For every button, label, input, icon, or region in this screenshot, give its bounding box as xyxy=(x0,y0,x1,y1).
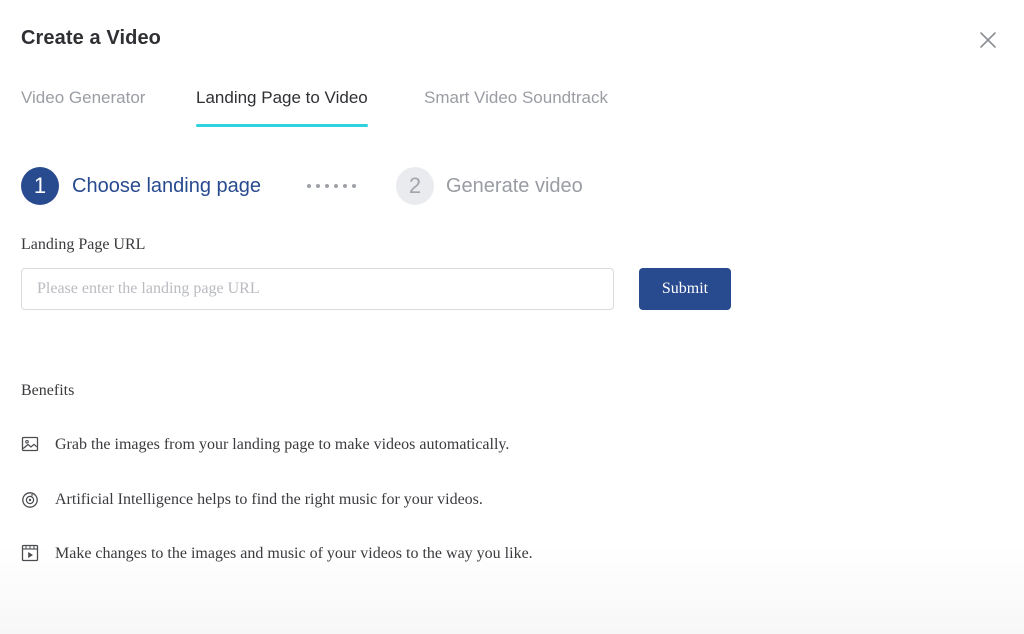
url-field-label: Landing Page URL xyxy=(21,236,146,253)
close-button[interactable] xyxy=(974,26,1002,54)
submit-button[interactable]: Submit xyxy=(639,268,731,310)
benefit-text: Make changes to the images and music of … xyxy=(55,545,533,562)
tab-label: Smart Video Soundtrack xyxy=(424,88,608,107)
tab-smart-video-soundtrack[interactable]: Smart Video Soundtrack xyxy=(424,86,608,110)
step-2-indicator: 2 xyxy=(396,167,434,205)
tab-landing-page-to-video[interactable]: Landing Page to Video xyxy=(196,86,368,127)
video-frame-icon xyxy=(21,544,39,562)
tab-label: Landing Page to Video xyxy=(196,88,368,107)
active-tab-underline xyxy=(196,124,368,127)
benefit-text: Grab the images from your landing page t… xyxy=(55,436,510,453)
benefits-title: Benefits xyxy=(21,382,75,399)
step-1-indicator: 1 xyxy=(21,167,59,205)
image-icon xyxy=(21,435,39,453)
close-icon xyxy=(980,32,996,48)
step-number: 2 xyxy=(408,173,422,198)
tab-video-generator[interactable]: Video Generator xyxy=(21,86,145,110)
step-number: 1 xyxy=(33,173,47,198)
benefit-text: Artificial Intelligence helps to find th… xyxy=(55,491,483,508)
landing-page-url-input[interactable] xyxy=(21,268,614,310)
dialog-title: Create a Video xyxy=(21,27,161,49)
tab-label: Video Generator xyxy=(21,88,146,107)
step-2-label: Generate video xyxy=(446,175,583,197)
music-disc-icon xyxy=(21,490,39,508)
step-1-label: Choose landing page xyxy=(72,175,262,197)
step-connector-dots xyxy=(307,184,356,188)
